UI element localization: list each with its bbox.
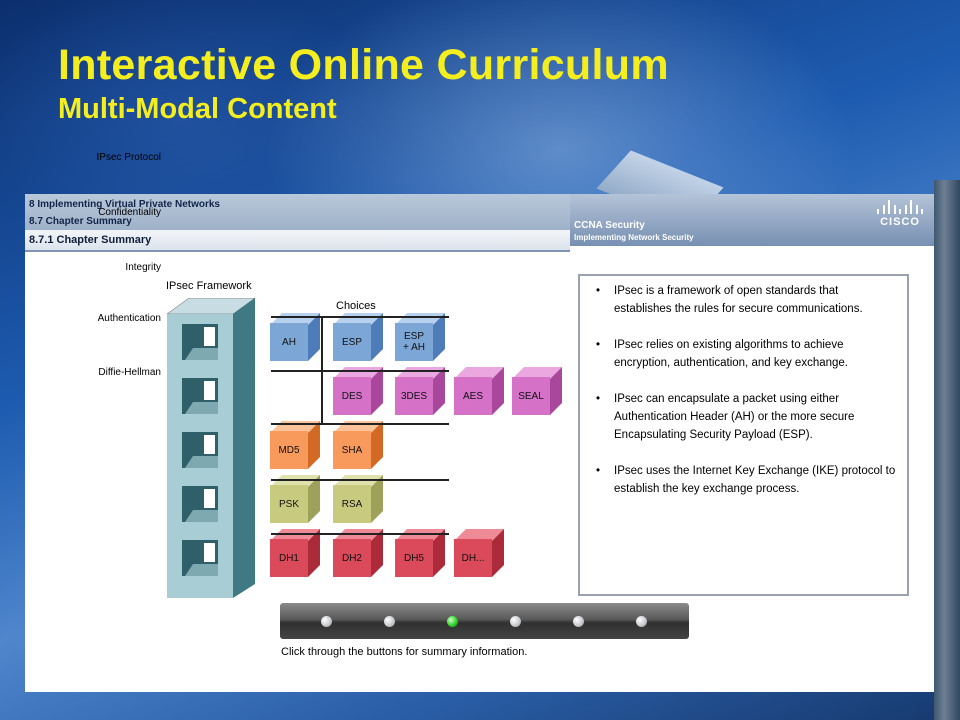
choice-label: DES (333, 377, 371, 415)
choice-label: AES (454, 377, 492, 415)
choice-protocol-1: AH (270, 313, 320, 363)
curriculum-panel: 8 Implementing Virtual Private Networks … (25, 152, 934, 692)
choice-integrity-1: MD5 (270, 421, 320, 471)
choice-diffie-hellman-4: DH... (454, 529, 504, 579)
choice-diffie-hellman-3: DH5 (395, 529, 445, 579)
choice-label: RSA (333, 485, 371, 523)
choice-confidentiality-1: DES (333, 367, 383, 417)
row-label-diffie-hellman: Diffie-Hellman (98, 367, 161, 378)
cisco-bars-icon (877, 200, 923, 214)
choice-label: SHA (333, 431, 371, 469)
choice-label: DH1 (270, 539, 308, 577)
row-label-authentication: Authentication (97, 313, 161, 324)
choice-label: 3DES (395, 377, 433, 415)
subsection-title: 8.7.1 Chapter Summary (29, 234, 152, 246)
background-edge (934, 180, 960, 720)
summary-nav-button-2[interactable] (384, 616, 395, 627)
summary-bullet: IPsec uses the Internet Key Exchange (IK… (596, 462, 904, 498)
row-separator (271, 423, 449, 425)
choice-label: DH5 (395, 539, 433, 577)
choice-protocol-2: ESP (333, 313, 383, 363)
summary-nav-button-3[interactable] (447, 616, 458, 627)
summary-bullet: IPsec relies on existing algorithms to a… (596, 336, 884, 372)
choice-authentication-1: PSK (270, 475, 320, 525)
course-subtitle: Implementing Network Security (574, 233, 694, 242)
row-separator (271, 479, 449, 481)
summary-nav-button-4[interactable] (510, 616, 521, 627)
course-title: CCNA Security (574, 220, 645, 231)
slide-subtitle: Multi-Modal Content (58, 93, 337, 125)
choice-label: AH (270, 323, 308, 361)
row-separator (271, 533, 449, 535)
summary-list: IPsec is a framework of open standards t… (580, 276, 907, 498)
slide-title: Interactive Online Curriculum (58, 41, 669, 89)
course-header: cisco CCNA Security Implementing Network… (570, 194, 934, 246)
choice-authentication-2: RSA (333, 475, 383, 525)
choice-label: ESP (333, 323, 371, 361)
choice-diffie-hellman-1: DH1 (270, 529, 320, 579)
summary-box: IPsec is a framework of open standards t… (578, 274, 909, 596)
row-label-protocol: IPsec Protocol (96, 152, 161, 163)
choice-integrity-2: SHA (333, 421, 383, 471)
choices-title: Choices (336, 300, 376, 312)
choice-label: SEAL (512, 377, 550, 415)
cisco-logo: cisco (874, 198, 926, 228)
cisco-wordmark: cisco (880, 216, 920, 228)
choice-diffie-hellman-2: DH2 (333, 529, 383, 579)
framework-tower (167, 298, 256, 598)
summary-navigation-bar (280, 603, 689, 639)
summary-nav-button-1[interactable] (321, 616, 332, 627)
row-separator (271, 370, 449, 372)
choice-label: DH2 (333, 539, 371, 577)
framework-title: IPsec Framework (166, 280, 252, 292)
row-label-confidentiality: Confidentiality (98, 207, 161, 218)
choice-label: ESP + AH (395, 323, 433, 361)
summary-nav-button-5[interactable] (573, 616, 584, 627)
choice-confidentiality-4: SEAL (512, 367, 562, 417)
subsection-bar: 8.7.1 Chapter Summary (25, 230, 570, 252)
choice-confidentiality-2: 3DES (395, 367, 445, 417)
choice-protocol-3: ESP + AH (395, 313, 445, 363)
column-separator (321, 318, 323, 424)
navigation-hint: Click through the buttons for summary in… (281, 646, 528, 658)
choice-label: DH... (454, 539, 492, 577)
choice-label: MD5 (270, 431, 308, 469)
summary-bullet: IPsec is a framework of open standards t… (596, 282, 884, 318)
summary-nav-button-6[interactable] (636, 616, 647, 627)
summary-bullet: IPsec can encapsulate a packet using eit… (596, 390, 894, 444)
choice-confidentiality-3: AES (454, 367, 504, 417)
row-separator (271, 316, 449, 318)
row-label-integrity: Integrity (125, 262, 161, 273)
choice-label: PSK (270, 485, 308, 523)
